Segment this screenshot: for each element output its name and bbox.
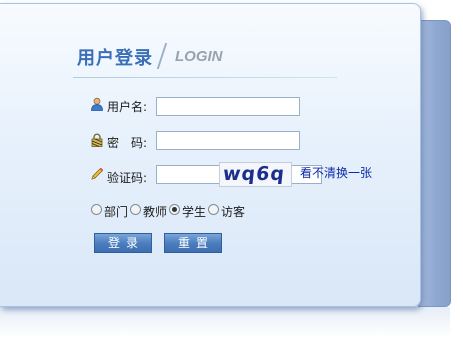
user-icon [90, 96, 104, 115]
username-label: 用户名: [107, 100, 148, 114]
captcha-image[interactable]: wq6q [219, 162, 292, 187]
reset-button[interactable]: 重置 [164, 233, 222, 253]
role-radio-department[interactable] [91, 204, 102, 215]
login-button[interactable]: 登录 [94, 233, 152, 253]
password-label: 密 码: [107, 136, 148, 150]
login-panel: 用户登录 LOGIN [0, 3, 421, 307]
captcha-label: 验证码: [107, 171, 148, 185]
role-label-teacher: 教师 [143, 205, 168, 219]
role-label-department: 部门 [104, 205, 129, 219]
role-radio-student[interactable] [169, 204, 180, 215]
captcha-refresh-link[interactable]: 看不清换一张 [300, 164, 372, 181]
title-divider [156, 43, 168, 69]
captcha-image-text: wq6q [221, 163, 287, 185]
pencil-icon [90, 166, 104, 185]
password-input[interactable] [156, 131, 300, 150]
role-label-guest: 访客 [221, 205, 246, 219]
title-underline [73, 77, 337, 78]
lock-icon [90, 132, 104, 151]
panel-reflection [0, 307, 450, 338]
role-radio-teacher[interactable] [130, 204, 141, 215]
background-panel [418, 20, 451, 307]
page-subtitle: LOGIN [175, 48, 223, 65]
role-radio-guest[interactable] [208, 204, 219, 215]
page-title: 用户登录 [77, 48, 153, 69]
username-input[interactable] [156, 97, 300, 116]
role-label-student: 学生 [182, 205, 207, 219]
